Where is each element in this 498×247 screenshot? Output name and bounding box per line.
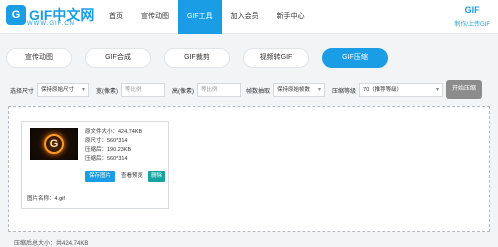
original-size: 原文件大小：424.74KB <box>85 129 143 135</box>
fps-control: 帧数抽取 保持原始帧数 ▾ <box>246 82 326 98</box>
tab-gif-compress[interactable]: GIF压缩 <box>322 48 388 68</box>
chevron-down-icon: ▾ <box>318 87 322 93</box>
height-input[interactable]: 等比例 <box>197 83 241 97</box>
size-value: 保持原始尺寸 <box>41 87 75 93</box>
compressed-size: 压缩后：190.23KB <box>85 147 132 153</box>
fps-select[interactable]: 保持原始帧数 ▾ <box>273 83 326 97</box>
chevron-down-icon: ▾ <box>82 87 86 93</box>
size-select[interactable]: 保持原始尺寸 ▾ <box>37 83 90 97</box>
width-control: 宽(像素) 等比例 <box>96 82 165 98</box>
size-control: 选择尺寸 保持原始尺寸 ▾ <box>10 82 90 98</box>
preview-button[interactable]: 查看预览 <box>117 171 147 182</box>
tab-promo-gif[interactable]: 宣传动图 <box>6 48 72 68</box>
start-compress-button[interactable]: 开始压缩 <box>446 80 482 99</box>
user-name[interactable]: GIF <box>454 5 490 15</box>
save-image-button[interactable]: 保存图片 <box>85 171 116 182</box>
delete-button[interactable]: 删除 <box>148 171 166 182</box>
original-dimensions: 原尺寸：560*314 <box>85 138 128 144</box>
level-select[interactable]: 70（推荐等级） ▾ <box>359 83 444 97</box>
logo-text: GIF中文网 <box>29 7 95 23</box>
nav-gif-tools[interactable]: GIF工具 <box>178 0 222 34</box>
gif-logo-icon: G <box>44 134 64 154</box>
gif-thumbnail[interactable]: G <box>30 128 78 160</box>
create-upload-link[interactable]: 制作/上传GIF <box>454 19 490 28</box>
logo-domain: WWW.GIF.CN <box>27 21 75 27</box>
height-control: 高(像素) 等比例 <box>172 82 241 98</box>
width-input[interactable]: 等比例 <box>121 83 165 97</box>
tool-tabs: 宣传动图 GIF合成 GIF裁剪 视频转GIF GIF压缩 <box>6 48 401 68</box>
tab-gif-compose[interactable]: GIF合成 <box>85 48 151 68</box>
upload-panel: G 原文件大小：424.74KB 原尺寸：560*314 压缩后：190.23K… <box>8 106 490 232</box>
file-actions: 保存图片 查看预览 删除 <box>85 171 166 182</box>
size-label: 选择尺寸 <box>10 88 35 95</box>
chevron-down-icon: ▾ <box>436 87 440 93</box>
logo-icon: G <box>6 5 26 25</box>
user-area: GIF 制作/上传GIF <box>454 5 490 28</box>
height-label: 高(像素) <box>172 88 194 95</box>
fps-value: 保持原始帧数 <box>277 87 311 93</box>
width-label: 宽(像素) <box>96 88 118 95</box>
top-header: G GIF中文网 WWW.GIF.CN 首页 宣传动图 GIF工具 加入会员 新… <box>0 0 498 34</box>
width-placeholder: 等比例 <box>125 87 142 93</box>
main-nav: 首页 宣传动图 GIF工具 加入会员 新手中心 <box>100 0 314 34</box>
nav-join-member[interactable]: 加入会员 <box>222 0 268 34</box>
level-control: 压缩等级 70（推荐等级） ▾ <box>332 82 444 98</box>
nav-beginner-center[interactable]: 新手中心 <box>268 0 314 34</box>
compressed-dimensions: 压缩后：560*314 <box>85 156 128 162</box>
fps-label: 帧数抽取 <box>246 88 271 95</box>
tab-video-to-gif[interactable]: 视频转GIF <box>243 48 309 68</box>
tab-gif-crop[interactable]: GIF裁剪 <box>164 48 230 68</box>
nav-promo-gif[interactable]: 宣传动图 <box>132 0 178 34</box>
level-label: 压缩等级 <box>332 88 357 95</box>
level-value: 70（推荐等级） <box>363 87 403 93</box>
nav-home[interactable]: 首页 <box>100 0 132 34</box>
height-placeholder: 等比例 <box>201 87 218 93</box>
total-size-summary: 压缩后总大小：共424.74KB <box>14 241 89 247</box>
file-meta: 原文件大小：424.74KB 原尺寸：560*314 压缩后：190.23KB … <box>85 128 142 164</box>
file-name: 图片名称：4.gif <box>27 196 65 202</box>
file-card: G 原文件大小：424.74KB 原尺寸：560*314 压缩后：190.23K… <box>21 121 169 209</box>
